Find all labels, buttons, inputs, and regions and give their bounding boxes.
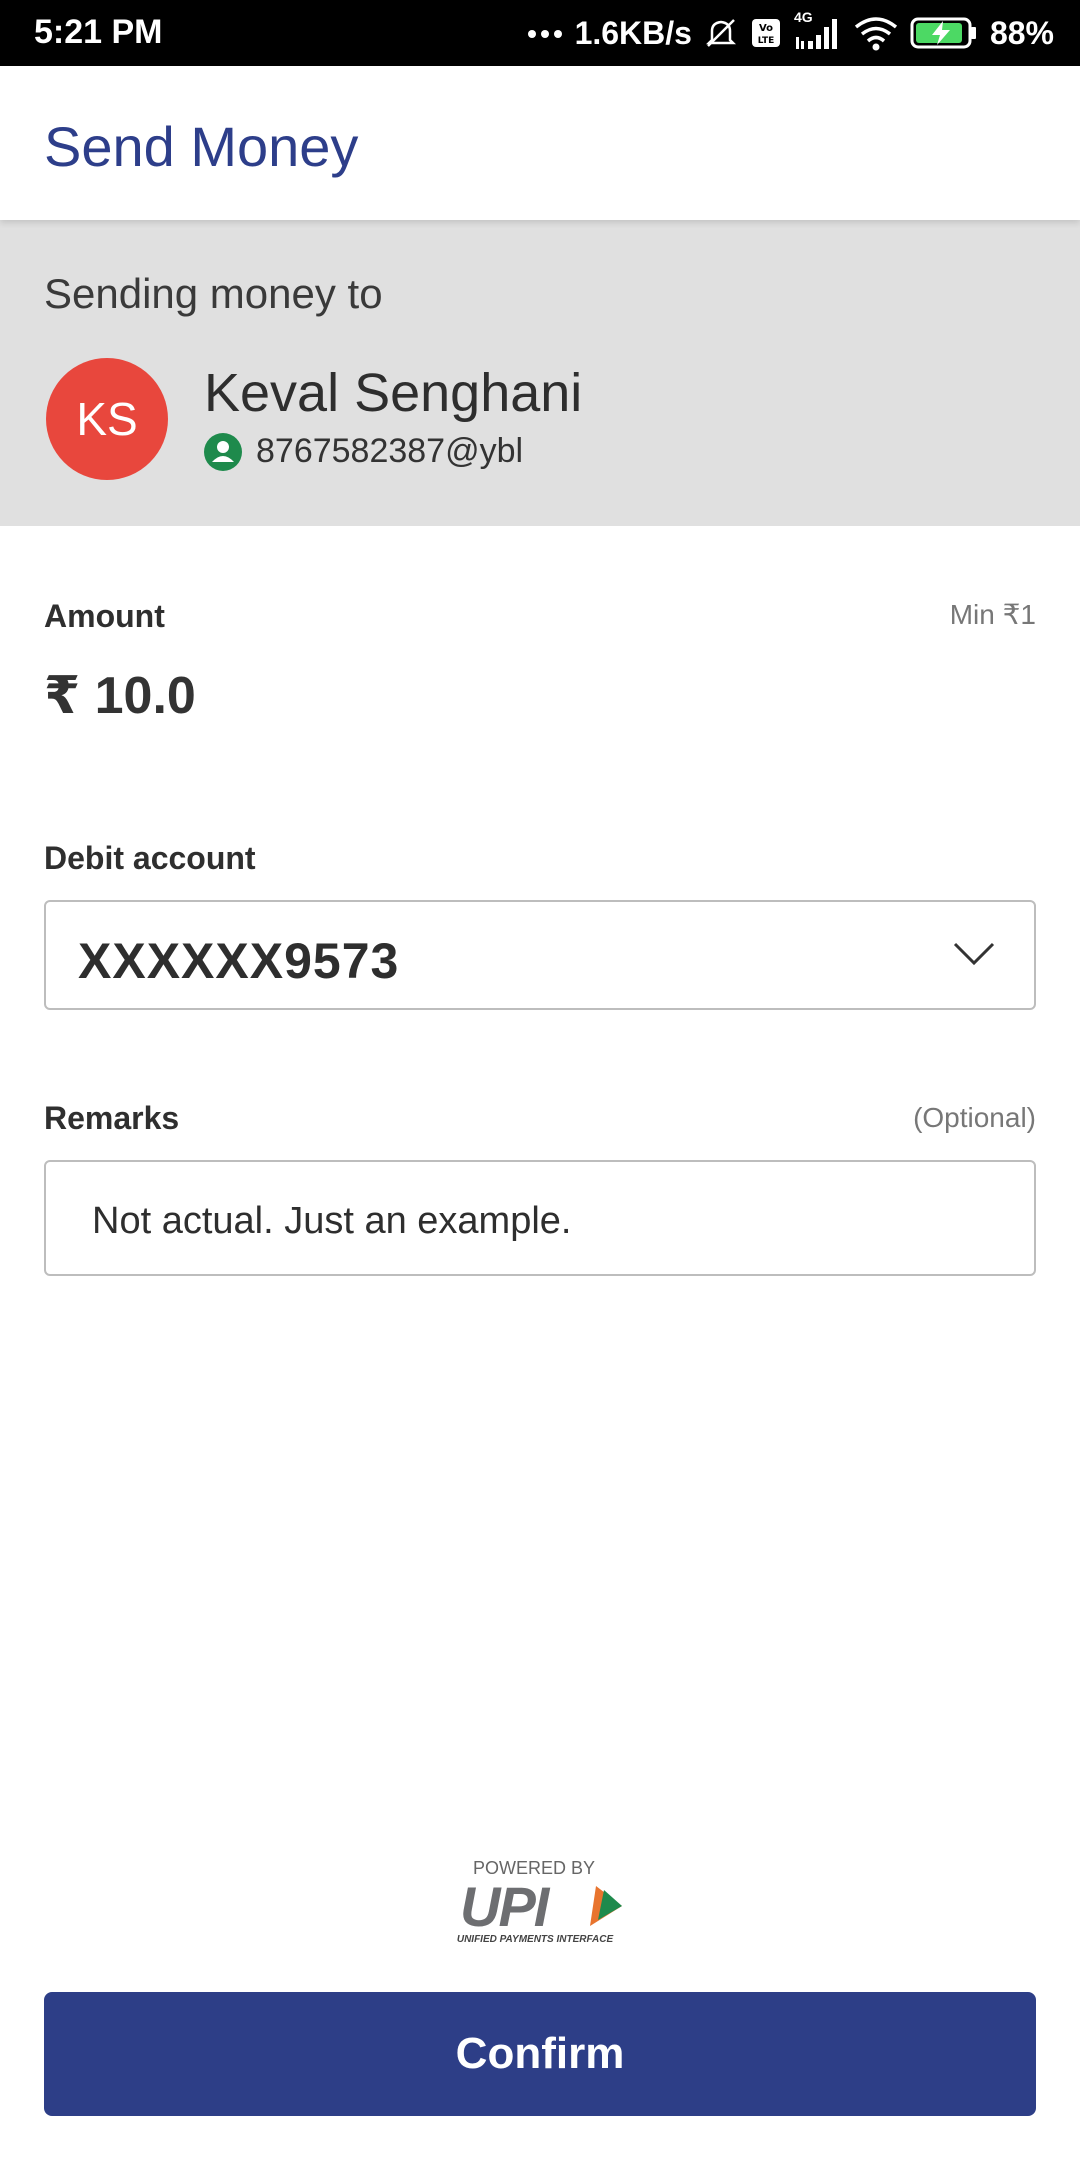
signal-group: 4G	[794, 9, 842, 53]
recipient-vpa-row: 8767582387@ybl	[204, 432, 523, 471]
avatar: KS	[46, 358, 168, 480]
app-bar: Send Money	[0, 66, 1080, 220]
upi-logo: POWERED BY UPI UNIFIED PAYMENTS INTERFAC…	[450, 1858, 630, 1950]
battery-charging-icon	[910, 17, 976, 49]
upi-powered-by: POWERED BY	[472, 1858, 596, 1878]
sending-to-label: Sending money to	[44, 270, 383, 317]
upi-wordmark-icon: UPI	[460, 1880, 622, 1932]
debit-account-select[interactable]: XXXXXX9573	[44, 900, 1036, 1010]
network-speed: 1.6KB/s	[574, 14, 692, 51]
amount-label: Amount	[44, 598, 165, 634]
debit-account-value: XXXXXX9573	[78, 933, 400, 989]
signal-icon	[795, 19, 837, 49]
svg-text:Vo: Vo	[759, 23, 773, 34]
verified-user-icon	[204, 432, 242, 471]
dots-icon	[527, 30, 562, 38]
amount-min-hint: Min ₹1	[949, 599, 1036, 630]
remarks-label: Remarks	[44, 1100, 180, 1136]
remarks-input[interactable]: Not actual. Just an example.	[44, 1160, 1036, 1276]
upi-subtitle: UNIFIED PAYMENTS INTERFACE	[456, 1934, 614, 1945]
chevron-down-icon	[953, 942, 995, 966]
status-time: 5:21 PM	[34, 13, 163, 51]
svg-text:LTE: LTE	[758, 36, 775, 46]
status-icons: 1.6KB/s Vo LTE 4G 88%	[527, 9, 1054, 55]
wifi-icon	[854, 17, 898, 51]
battery-level: 88%	[989, 14, 1054, 51]
recipient-name: Keval Senghani	[204, 363, 583, 423]
remarks-optional-hint: (Optional)	[913, 1102, 1036, 1133]
avatar-initials: KS	[76, 393, 138, 445]
page-title: Send Money	[44, 115, 359, 178]
recipient-panel: Sending money to KS Keval Senghani 87675…	[0, 220, 1080, 526]
status-bar: 5:21 PM 1.6KB/s Vo LTE 4G 88%	[0, 0, 1080, 66]
recipient-vpa: 8767582387@ybl	[256, 432, 524, 470]
confirm-button[interactable]: Confirm	[44, 1992, 1036, 2116]
mute-icon	[705, 19, 736, 47]
upi-wordmark: UPI	[460, 1880, 551, 1932]
debit-account-label: Debit account	[44, 840, 256, 876]
amount-input[interactable]: ₹ 10.0	[44, 666, 196, 726]
remarks-value: Not actual. Just an example.	[92, 1200, 572, 1242]
volte-icon: Vo LTE	[751, 19, 780, 47]
